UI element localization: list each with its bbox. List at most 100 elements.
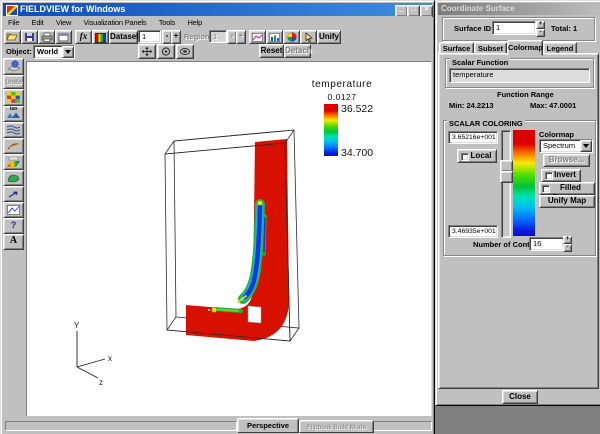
menu-help[interactable]: Help [182, 16, 207, 29]
main-titlebar[interactable]: FIELDVIEW for Windows _ □ × [3, 3, 432, 16]
function-icon: fx [80, 31, 88, 41]
desktop: FIELDVIEW for Windows _ □ × File Edit Vi… [0, 0, 600, 434]
save-floppy-icon [24, 32, 35, 42]
app-logo-icon [6, 5, 18, 16]
pan-button[interactable] [138, 44, 156, 59]
contours-input[interactable]: 16 [529, 237, 564, 251]
coloring-min-input[interactable]: 3.46935e+001 [448, 225, 498, 238]
pan-arrows-icon [141, 46, 153, 57]
screen-layout-button[interactable] [55, 30, 72, 44]
grid-surface-icon [7, 92, 20, 103]
sphere-plane-icon [7, 60, 21, 72]
open-button[interactable] [4, 30, 21, 44]
toolbar-main: fx Dataset... 1 - + Region: 1 - + [3, 29, 432, 44]
computational-surface-button[interactable] [3, 89, 24, 106]
panel-titlebar[interactable]: Coordinate Surface [438, 3, 600, 15]
unify-map-button[interactable]: Unify Map [539, 195, 595, 208]
open-folder-icon [6, 32, 19, 42]
plot-xy-button[interactable] [249, 30, 266, 44]
menu-view[interactable]: View [51, 16, 76, 29]
filled-contour-checkbox-box [542, 185, 550, 193]
local-checkbox-box [461, 153, 469, 161]
colormap-tool-button[interactable] [92, 30, 109, 44]
zoom-button[interactable] [176, 44, 194, 59]
region-plus-button[interactable]: + [236, 30, 246, 44]
save-button[interactable] [21, 30, 38, 44]
menu-edit[interactable]: Edit [27, 16, 49, 29]
chevron-down-icon [583, 144, 589, 148]
tab-colormap[interactable]: Colormap [507, 40, 543, 56]
picker-button[interactable] [300, 30, 317, 44]
legend-min-value: 34.700 [341, 147, 373, 159]
function-range-label: Function Range [497, 90, 554, 99]
colormap-preview-bar [513, 130, 535, 236]
streamlines-button[interactable] [3, 122, 24, 138]
viewport[interactable]: Y x z temperature 0.0127 36.522 34.700 [26, 61, 432, 417]
particle-paths-icon [7, 141, 20, 151]
view-mode-tabbar: Perspective Flipbook Build Mode [3, 416, 432, 433]
surface-total-label: Total: 1 [551, 24, 577, 33]
view-arrow-icon [7, 189, 20, 199]
annotation-button[interactable]: A [3, 234, 24, 250]
coordinate-surface-button[interactable] [3, 154, 24, 170]
rotate-button[interactable] [157, 44, 175, 59]
transform-controls-button[interactable] [3, 58, 24, 75]
close-panel-button[interactable]: Close [502, 390, 538, 404]
printer-icon [41, 32, 53, 42]
menu-visualization-panels[interactable]: Visualization Panels [78, 16, 151, 29]
surface-id-input[interactable]: 1 [492, 21, 536, 35]
print-button[interactable] [38, 30, 55, 44]
local-checkbox[interactable]: Local [457, 149, 497, 163]
boundary-surface-icon [7, 173, 20, 183]
reset-button[interactable]: Reset [259, 44, 284, 58]
object-dropdown-button[interactable] [62, 46, 74, 58]
legend-max-value: 36.522 [341, 103, 373, 115]
colormap-dropdown-button[interactable] [580, 140, 592, 152]
range-slider-track[interactable] [501, 130, 511, 238]
menu-tools[interactable]: Tools [154, 16, 181, 29]
coordinate-surface-panel: Coordinate Surface Surface ID: 1 + - Tot… [435, 0, 600, 406]
range-slider-handle-lower[interactable] [500, 171, 513, 183]
surface-id-down-button[interactable]: - [536, 29, 545, 37]
chevron-down-icon [65, 50, 71, 54]
annotation-icon: A [10, 235, 17, 246]
toolbar-object: Object: World [3, 44, 432, 59]
particle-paths-button[interactable] [3, 138, 24, 154]
scalar-function-field[interactable]: temperature [449, 68, 590, 83]
unify-button[interactable]: Unify [317, 30, 341, 44]
colormap-dropdown[interactable]: Spectrum [539, 139, 593, 153]
tabbar-groove-right [373, 421, 432, 431]
tab-flipbook-build-mode: Flipbook Build Mode [299, 420, 374, 433]
streamlines-icon [7, 125, 20, 135]
viewer-button[interactable] [3, 186, 24, 202]
iso-surface-button[interactable]: iso [3, 106, 24, 122]
undo-button: Undo [3, 75, 24, 89]
menubar: File Edit View Visualization Panels Tool… [3, 16, 432, 29]
boundary-surface-button[interactable] [3, 170, 24, 186]
tab-perspective[interactable]: Perspective [237, 418, 299, 433]
question-icon: ? [11, 220, 17, 230]
screen-icon [58, 33, 69, 42]
legend-time-value: 0.0127 [297, 92, 387, 102]
dataset-plus-button[interactable]: + [171, 30, 181, 44]
query-button[interactable]: ? [3, 218, 24, 234]
viewport-3d-scene[interactable]: Y x z [27, 62, 431, 416]
dataset-button[interactable]: Dataset... [109, 30, 138, 44]
dataset-input[interactable]: 1 [138, 30, 161, 43]
contours-down-button[interactable]: - [563, 244, 572, 252]
menu-file[interactable]: File [3, 16, 24, 29]
plot-panel-button[interactable] [3, 202, 24, 218]
invert-checkbox[interactable]: Invert [541, 169, 581, 182]
plot-bar-button[interactable] [266, 30, 283, 44]
detach-button: Detach [284, 44, 311, 58]
side-toolbar: Undo iso [3, 58, 24, 258]
axis-x-label: x [108, 354, 112, 363]
magenta-plot-icon [252, 33, 263, 42]
filled-contour-checkbox[interactable]: Filled Contour [539, 182, 595, 195]
coloring-max-input[interactable]: 3.65216e+001 [448, 131, 498, 144]
function-range-min: Min: 24.2213 [449, 101, 494, 110]
object-dropdown[interactable]: World [33, 45, 75, 59]
function-editor-button[interactable]: fx [75, 30, 92, 44]
colormap-label: Colormap [539, 130, 574, 139]
palette-button[interactable] [283, 30, 300, 44]
